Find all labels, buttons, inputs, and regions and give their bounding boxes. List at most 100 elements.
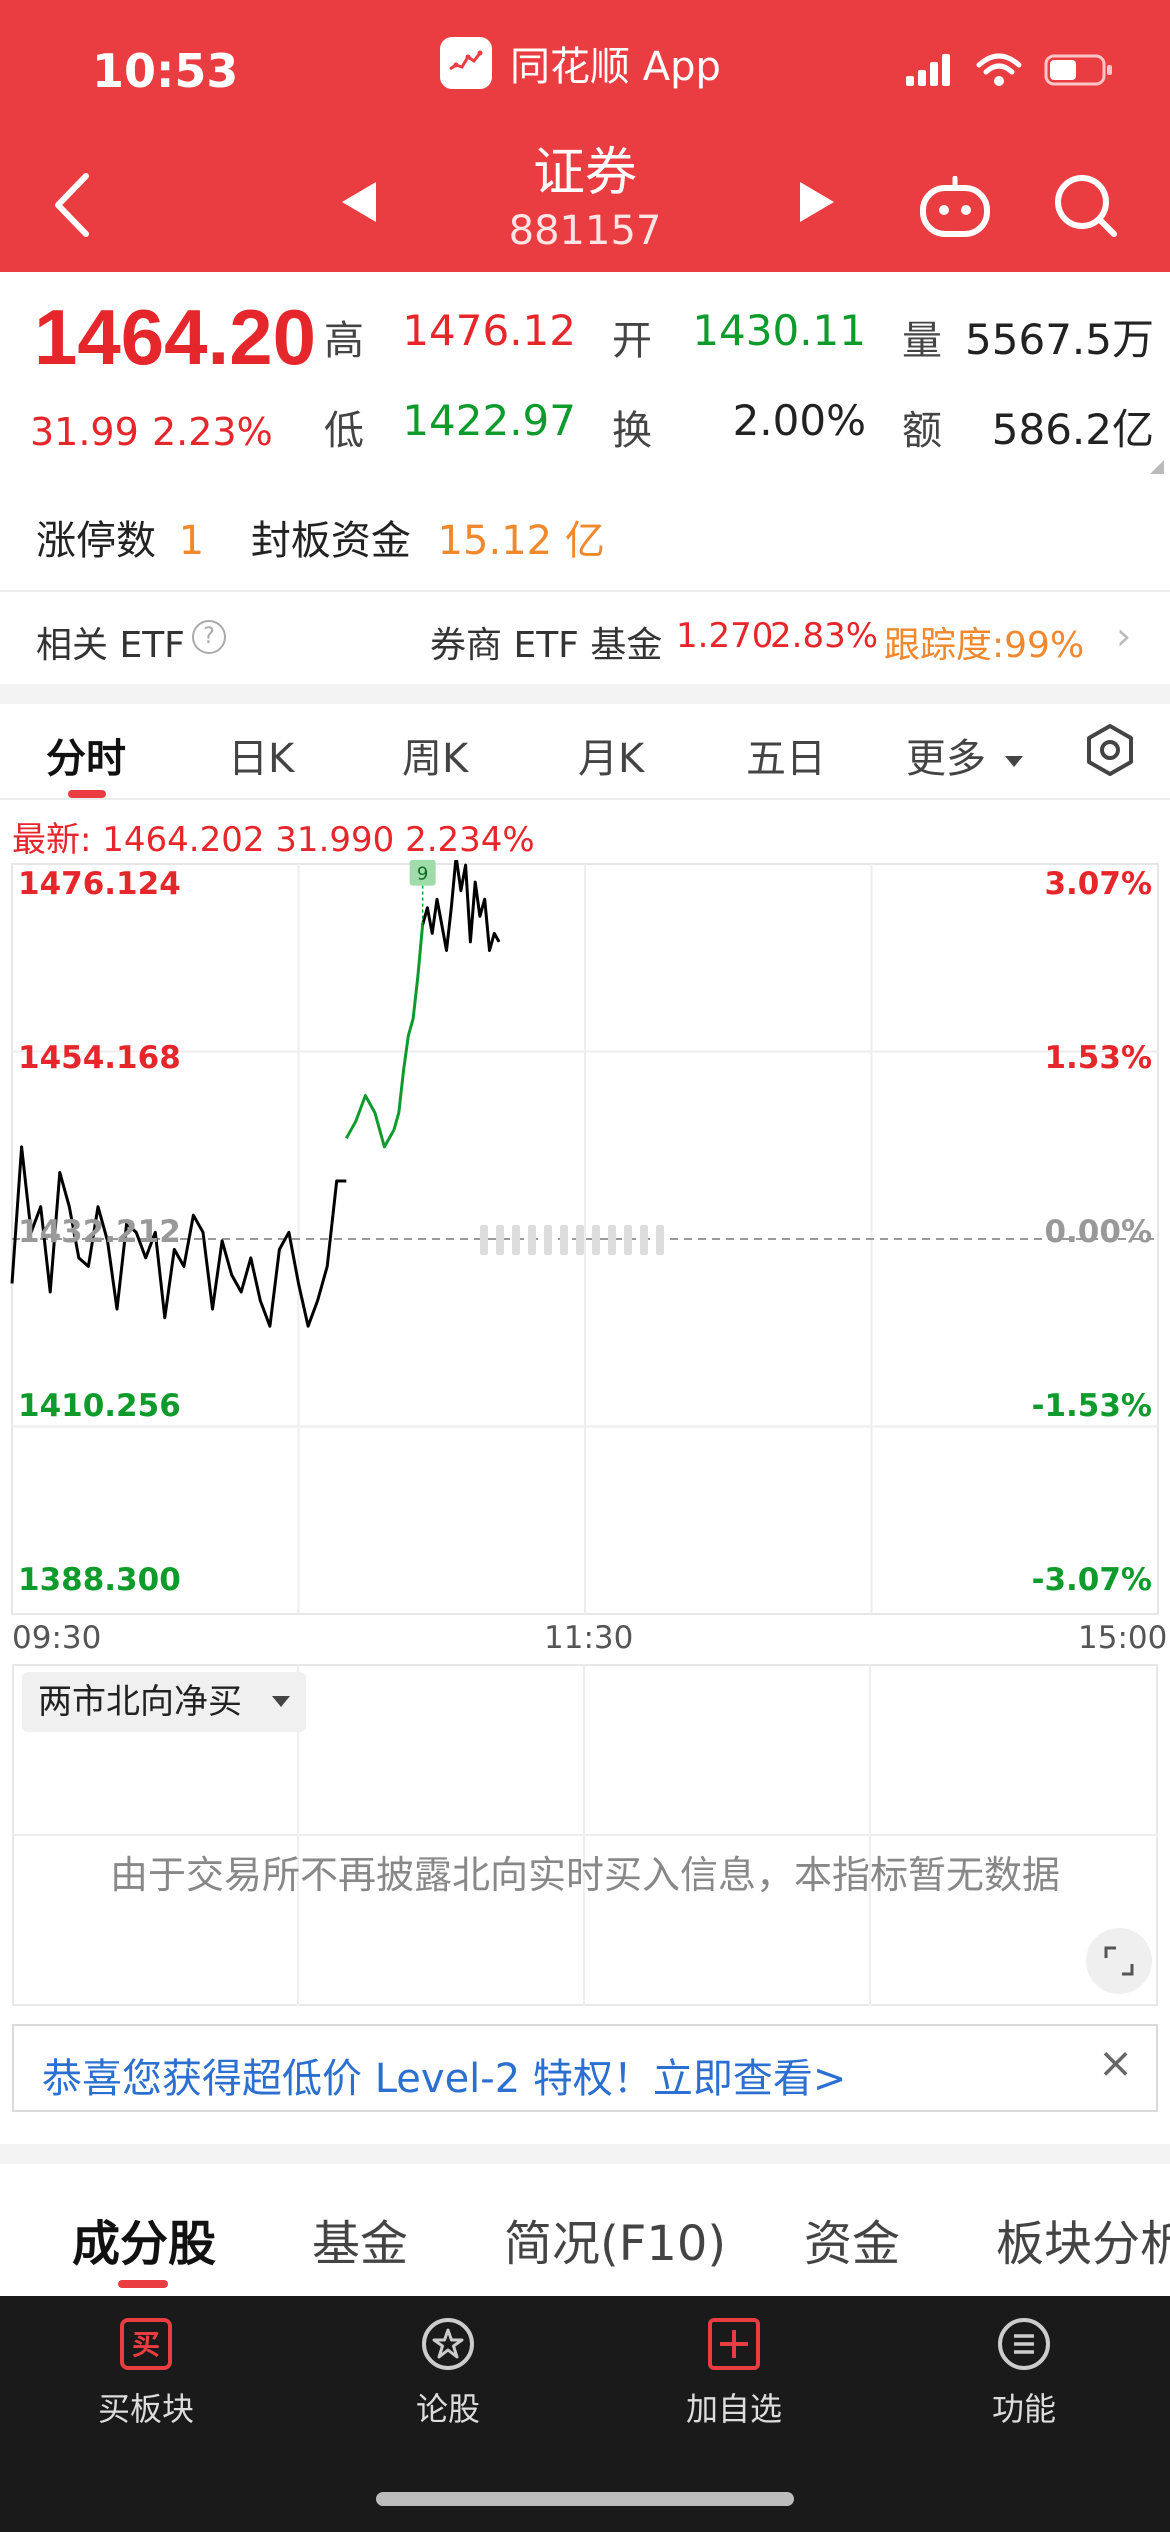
nav-functions-label: 功能 xyxy=(991,2390,1056,2428)
prev-item-button[interactable] xyxy=(340,180,380,224)
related-etf-row[interactable]: 相关 ETF ? 券商 ETF 基金 1.270 2.83% 跟踪度:99% › xyxy=(0,590,1170,684)
discuss-icon xyxy=(422,2318,474,2370)
current-price: 1464.20 xyxy=(34,293,316,381)
limit-up-count: 1 xyxy=(178,518,205,564)
fullscreen-icon[interactable] xyxy=(1086,1928,1152,1994)
indicator-select[interactable]: 两市北向净买 xyxy=(22,1672,306,1732)
price-change: 31.99 xyxy=(30,410,139,454)
page-title: 证券 xyxy=(532,143,637,203)
price-series-line-2 xyxy=(392,924,425,1131)
buy-icon: 买 xyxy=(120,2318,172,2370)
latest-quote-line: 最新: 1464.202 31.990 2.234% xyxy=(12,820,535,860)
low-value: 1422.97 xyxy=(402,396,576,445)
open-value: 1430.11 xyxy=(692,306,866,355)
y-tick-right-0: 3.07% xyxy=(1044,866,1152,902)
x-tick-0: 09:30 xyxy=(12,1620,102,1656)
marker-label: 9 xyxy=(417,864,428,885)
volume-value: 5567.5万 xyxy=(965,315,1154,364)
nav-buy-sector[interactable]: 买 买板块 xyxy=(66,2316,226,2430)
loading-bar xyxy=(656,1225,664,1255)
expand-quote-indicator[interactable] xyxy=(1150,460,1164,474)
etf-name: 券商 ETF 基金 xyxy=(430,625,663,666)
app-name-bar: 同花顺 App xyxy=(440,37,721,90)
close-icon[interactable]: × xyxy=(1098,2038,1133,2087)
next-item-button[interactable] xyxy=(796,180,836,224)
promo-text[interactable]: 恭喜您获得超低价 Level-2 特权！立即查看> xyxy=(42,2046,846,2104)
price-change-pct: 2.23% xyxy=(152,410,273,454)
tab-weekly-k[interactable]: 周K xyxy=(402,726,468,784)
seal-fund-value: 15.12 亿 xyxy=(437,518,605,564)
amount-label: 额 xyxy=(902,408,942,454)
amount-value: 586.2亿 xyxy=(991,405,1154,454)
tab-more[interactable]: 更多 xyxy=(906,726,1023,784)
tab-sector-analysis[interactable]: 板块分析 xyxy=(996,2204,1170,2274)
nav-discuss[interactable]: 论股 xyxy=(368,2316,528,2430)
tab-monthly-k[interactable]: 月K xyxy=(578,726,644,784)
chart-tabs: 分时 日K 周K 月K 五日 更多 xyxy=(0,704,1170,800)
loading-bar xyxy=(560,1225,568,1255)
search-icon[interactable] xyxy=(1052,172,1120,240)
high-value: 1476.12 xyxy=(402,306,576,355)
wifi-icon xyxy=(976,53,1022,86)
low-label: 低 xyxy=(324,408,364,454)
tab-funds[interactable]: 基金 xyxy=(312,2204,408,2274)
menu-icon xyxy=(998,2318,1050,2370)
tab-f10[interactable]: 简况(F10) xyxy=(504,2204,726,2274)
limit-up-label: 涨停数 xyxy=(36,518,156,564)
y-tick-left-2: 1432.212 xyxy=(18,1214,181,1250)
y-tick-left-4: 1388.300 xyxy=(18,1562,181,1598)
x-tick-2: 15:00 xyxy=(1078,1620,1168,1656)
robot-assistant-icon[interactable] xyxy=(918,176,992,238)
back-button[interactable] xyxy=(48,170,98,240)
settings-hex-icon[interactable] xyxy=(1080,720,1140,780)
limit-up-row: 涨停数 1 封板资金 15.12 亿 xyxy=(36,508,605,566)
indicator-message: 由于交易所不再披露北向实时买入信息，本指标暂无数据 xyxy=(109,1853,1060,1897)
loading-bar xyxy=(592,1225,600,1255)
stock-code: 881157 xyxy=(508,208,662,254)
turnover-label: 换 xyxy=(612,408,652,454)
loading-bar xyxy=(608,1225,616,1255)
nav-add-watchlist[interactable]: 加自选 xyxy=(654,2316,814,2430)
loading-bar xyxy=(624,1225,632,1255)
tab-constituents[interactable]: 成分股 xyxy=(72,2204,216,2274)
y-tick-right-2: 0.00% xyxy=(1044,1214,1152,1250)
turnover-value: 2.00% xyxy=(732,396,866,445)
seal-fund-label: 封板资金 xyxy=(250,518,411,564)
tab-capital[interactable]: 资金 xyxy=(804,2204,900,2274)
open-label: 开 xyxy=(612,318,652,364)
y-tick-right-1: 1.53% xyxy=(1044,1040,1152,1076)
promo-banner[interactable]: 恭喜您获得超低价 Level-2 特权！立即查看> × xyxy=(12,2024,1158,2112)
home-indicator xyxy=(376,2492,794,2506)
section-divider xyxy=(0,684,1170,704)
y-tick-right-4: -3.07% xyxy=(1031,1562,1152,1598)
volume-label: 量 xyxy=(902,318,942,364)
loading-bar xyxy=(496,1225,504,1255)
loading-bar xyxy=(576,1225,584,1255)
loading-bar xyxy=(528,1225,536,1255)
help-icon[interactable]: ? xyxy=(192,620,226,654)
system-icons xyxy=(906,52,1114,88)
y-tick-left-1: 1454.168 xyxy=(18,1040,181,1076)
nav-functions[interactable]: 功能 xyxy=(944,2316,1104,2430)
tab-intraday[interactable]: 分时 xyxy=(46,726,126,784)
tab-five-day[interactable]: 五日 xyxy=(746,726,826,784)
active-tab-indicator xyxy=(118,2280,168,2288)
battery-icon xyxy=(1044,54,1112,86)
svg-text:买: 买 xyxy=(132,2328,160,2361)
price-series-line-1 xyxy=(344,1094,396,1149)
header: 10:53 同花顺 App 证券 881157 xyxy=(0,0,1170,272)
quote-panel: 1464.20 31.99 2.23% 高 1476.12 开 1430.11 … xyxy=(0,272,1170,590)
loading-bar xyxy=(544,1225,552,1255)
etf-change-pct: 2.83% xyxy=(770,616,879,656)
x-tick-1: 11:30 xyxy=(544,1620,634,1656)
chevron-down-icon xyxy=(272,1696,290,1707)
tab-more-label: 更多 xyxy=(906,736,986,782)
loading-bar xyxy=(480,1225,488,1255)
nav-discuss-label: 论股 xyxy=(415,2390,480,2428)
section-divider xyxy=(0,2144,1170,2164)
high-label: 高 xyxy=(324,318,364,364)
app-name: 同花顺 App xyxy=(510,44,721,90)
loading-bar xyxy=(512,1225,520,1255)
tab-daily-k[interactable]: 日K xyxy=(228,726,294,784)
y-tick-right-3: -1.53% xyxy=(1031,1388,1152,1424)
